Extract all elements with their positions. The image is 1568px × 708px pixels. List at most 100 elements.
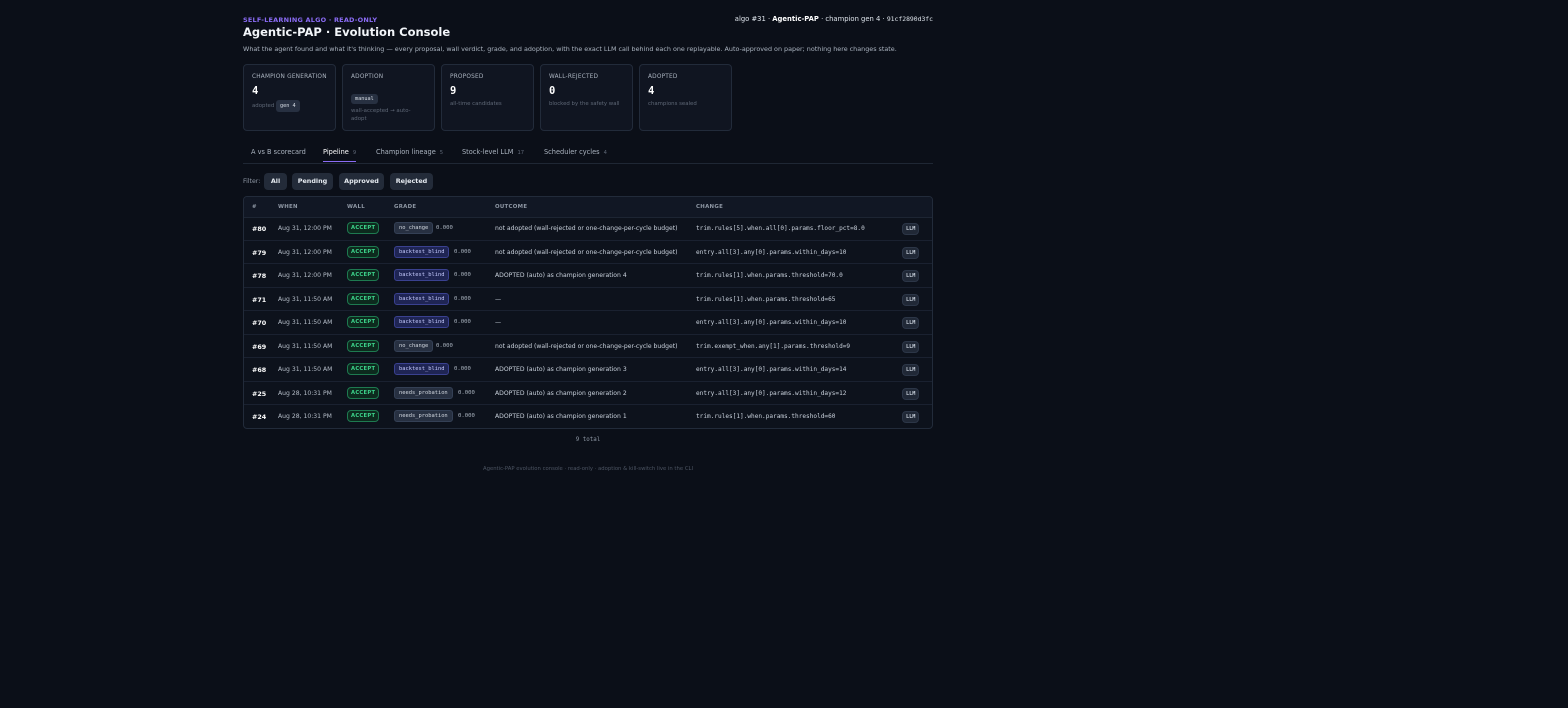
adoption-mode-pill: manual [351, 94, 378, 104]
row-change: trim.exempt_when.any[1].params.threshold… [696, 342, 851, 350]
grade-score: 0.000 [458, 389, 475, 396]
card-value: 4 [648, 85, 655, 97]
tab-label: Scheduler cycles [544, 148, 600, 156]
llm-replay-button[interactable]: LLM [902, 223, 920, 235]
llm-replay-button[interactable]: LLM [902, 387, 920, 400]
llm-replay-button[interactable]: LLM [902, 364, 920, 376]
tab-label: Stock-level LLM [462, 148, 514, 156]
wall-verdict-badge: ACCEPT [347, 269, 380, 281]
tab-stock-level-llm[interactable]: Stock-level LLM 17 [462, 145, 524, 162]
table-row[interactable]: #79 Aug 31, 12:00 PM ACCEPT backtest_blind 0… [244, 241, 932, 264]
algo-id: algo #31 · [734, 15, 773, 23]
card-value: 0 [549, 85, 556, 97]
column-header-outcome: OUTCOME [495, 204, 528, 210]
row-when: Aug 31, 11:50 AM [278, 319, 333, 326]
table-row[interactable]: #68 Aug 31, 11:50 AM ACCEPT backtest_blind 0… [244, 358, 932, 382]
tab-scorecard[interactable]: A vs B scorecard [251, 145, 306, 162]
champion-gen: · champion gen 4 · [818, 15, 887, 23]
card-champion-generation: CHAMPION GENERATION 4 adopted gen 4 [243, 64, 336, 131]
card-note: champions sealed [648, 101, 697, 107]
row-when: Aug 31, 11:50 AM [278, 366, 333, 373]
wall-verdict-badge: ACCEPT [347, 316, 380, 328]
algo-info: algo #31 · Agentic-PAP · champion gen 4 … [735, 15, 933, 23]
card-value: 4 [252, 85, 259, 97]
llm-replay-button[interactable]: LLM [902, 411, 920, 423]
readonly-label: READ-ONLY [333, 16, 378, 24]
card-label: WALL-REJECTED [549, 74, 599, 80]
row-outcome: — [495, 295, 502, 303]
eyebrow-separator: · [326, 16, 334, 24]
row-outcome: — [495, 319, 502, 326]
row-number: #78 [252, 272, 267, 280]
row-number: #68 [252, 366, 267, 374]
row-outcome: ADOPTED (auto) as champion generation 2 [495, 389, 627, 397]
page-title: Agentic-PAP · Evolution Console [243, 25, 451, 39]
tab-label: Pipeline [323, 148, 349, 156]
grade-badge: no_change [394, 339, 434, 352]
algo-name: Agentic-PAP [772, 15, 819, 23]
llm-replay-button[interactable]: LLM [902, 270, 920, 282]
grade-score: 0.000 [436, 342, 453, 349]
grade-badge: backtest_blind [394, 245, 450, 258]
card-adopted: ADOPTED 4 champions sealed [639, 64, 732, 131]
row-number: #25 [252, 389, 267, 398]
grade-badge: backtest_blind [394, 363, 450, 375]
row-number: #71 [252, 295, 267, 304]
column-header-number: # [252, 204, 257, 210]
card-wall-rejected: WALL-REJECTED 0 blocked by the safety wa… [540, 64, 633, 131]
row-number: #79 [252, 248, 267, 257]
column-header-when: WHEN [278, 204, 298, 210]
card-pill-wrap: manual [351, 85, 426, 104]
table-row[interactable]: #80 Aug 31, 12:00 PM ACCEPT no_change 0.000 n… [244, 217, 932, 241]
grade-badge: backtest_blind [394, 292, 450, 305]
grade-score: 0.000 [454, 319, 471, 325]
row-when: Aug 28, 10:31 PM [278, 413, 332, 420]
tab-label: A vs B scorecard [251, 148, 306, 156]
column-header-grade: GRADE [394, 204, 417, 210]
grade-score: 0.000 [454, 272, 471, 278]
table-row[interactable]: #25 Aug 28, 10:31 PM ACCEPT needs_probation… [244, 382, 932, 405]
filter-all-button[interactable]: All [264, 173, 287, 190]
filter-pending-button[interactable]: Pending [292, 173, 333, 190]
grade-score: 0.000 [436, 225, 453, 231]
llm-replay-button[interactable]: LLM [902, 340, 920, 353]
row-outcome: ADOPTED (auto) as champion generation 3 [495, 366, 627, 373]
llm-replay-button[interactable]: LLM [902, 293, 920, 306]
tab-count: 5 [439, 150, 444, 156]
gen-pill: gen 4 [276, 100, 300, 112]
pipeline-table: # WHEN WALL GRADE OUTCOME CHANGE #80 Aug … [243, 196, 933, 429]
tab-champion-lineage[interactable]: Champion lineage 5 [376, 145, 443, 162]
filter-rejected-button[interactable]: Rejected [390, 173, 433, 190]
table-row[interactable]: #70 Aug 31, 11:50 AM ACCEPT backtest_blind 0… [244, 311, 932, 335]
row-when: Aug 28, 10:31 PM [278, 389, 332, 397]
table-row[interactable]: #24 Aug 28, 10:31 PM ACCEPT needs_probation… [244, 405, 932, 428]
row-change: entry.all[3].any[0].params.within_days=1… [696, 366, 847, 373]
llm-replay-button[interactable]: LLM [902, 246, 920, 259]
row-change: trim.rules[1].when.params.threshold=70.0 [696, 272, 843, 279]
card-note: wall-accepted → auto-adopt [351, 108, 411, 122]
row-change: trim.rules[1].when.params.threshold=60 [696, 413, 836, 420]
llm-replay-button[interactable]: LLM [902, 317, 920, 329]
page-subtitle: What the agent found and what it's think… [243, 45, 897, 53]
grade-badge: backtest_blind [394, 269, 450, 281]
table-row[interactable]: #78 Aug 31, 12:00 PM ACCEPT backtest_blind 0… [244, 264, 932, 288]
table-row[interactable]: #71 Aug 31, 11:50 AM ACCEPT backtest_blind 0… [244, 288, 932, 311]
card-label: ADOPTED [648, 74, 678, 80]
eyebrow-label: SELF-LEARNING ALGO [243, 16, 327, 24]
tab-count: 17 [517, 150, 525, 156]
wall-verdict-badge: ACCEPT [347, 245, 380, 258]
row-outcome: not adopted (wall-rejected or one-change… [495, 248, 678, 256]
card-label: ADOPTION [351, 74, 384, 80]
table-row[interactable]: #69 Aug 31, 11:50 AM ACCEPT no_change 0.000 n… [244, 335, 932, 358]
card-label: PROPOSED [450, 74, 484, 80]
card-value: 9 [450, 85, 457, 97]
row-outcome: not adopted (wall-rejected or one-change… [495, 225, 678, 232]
tab-scheduler-cycles[interactable]: Scheduler cycles 4 [544, 145, 607, 162]
column-header-wall: WALL [347, 204, 365, 210]
tab-pipeline[interactable]: Pipeline 9 [323, 145, 357, 162]
row-number: #80 [252, 225, 267, 233]
total-count: 9 total [575, 437, 601, 443]
table-header: # WHEN WALL GRADE OUTCOME CHANGE [244, 197, 932, 218]
card-note-text: adopted [252, 103, 275, 109]
filter-approved-button[interactable]: Approved [339, 173, 384, 190]
